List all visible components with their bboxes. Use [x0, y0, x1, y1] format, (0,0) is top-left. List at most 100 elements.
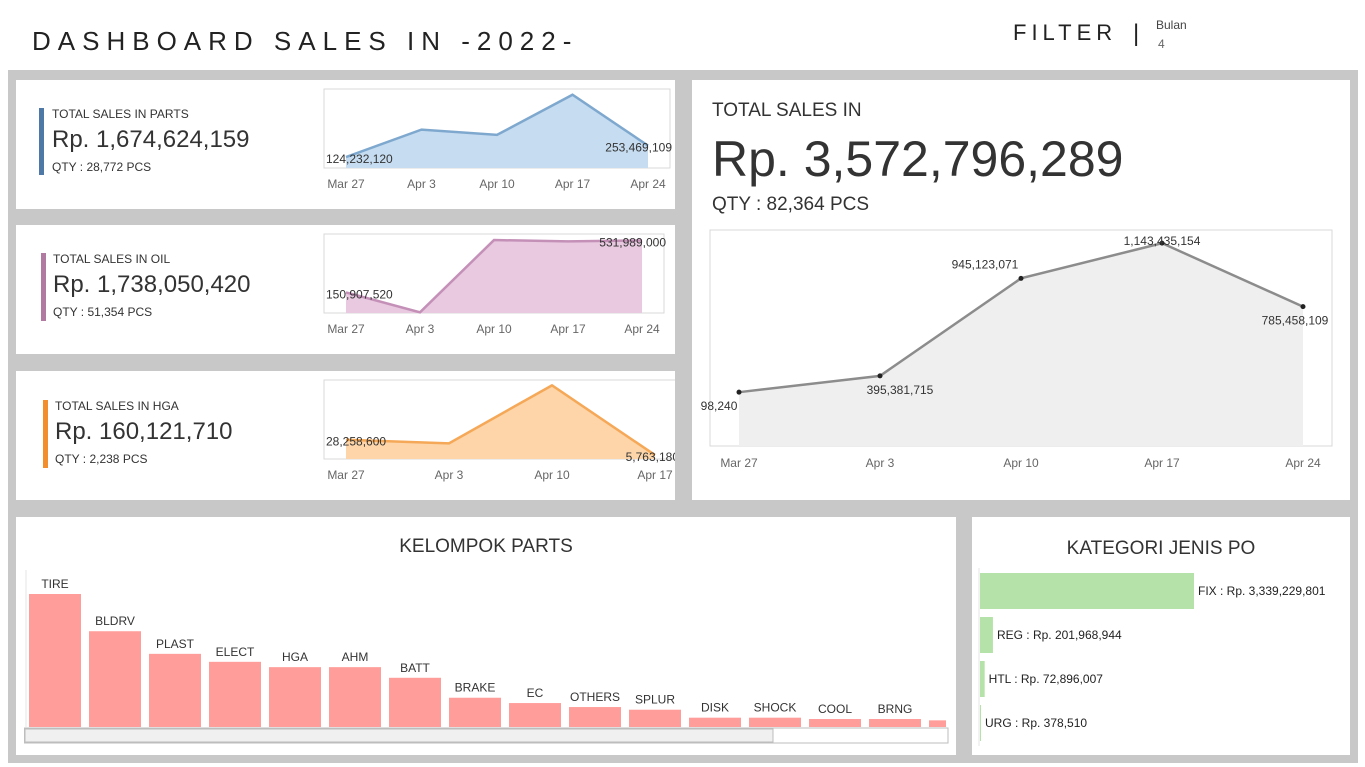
data-label: 303,398,240: [700, 399, 738, 413]
hga-accent-bar: [43, 400, 48, 468]
x-tick-label: Apr 3: [407, 177, 436, 191]
bar: [209, 661, 261, 727]
x-tick-label: Mar 27: [327, 468, 365, 482]
data-label: 253,469,109: [605, 141, 672, 155]
bar: [569, 707, 621, 727]
x-tick-label: Apr 17: [550, 322, 586, 336]
bar: [269, 667, 321, 727]
x-tick-label: Apr 3: [406, 322, 435, 336]
data-label: 1,143,435,154: [1124, 234, 1201, 248]
total-qty: QTY : 82,364 PCS: [712, 194, 870, 215]
value-label: REG : Rp. 201,968,944: [997, 628, 1122, 642]
x-tick-label: Apr 10: [479, 177, 515, 191]
parts-accent-bar: [39, 108, 44, 175]
bar: [29, 594, 81, 727]
x-tick-label: Apr 10: [534, 468, 570, 482]
data-label: 5,763,180: [626, 450, 675, 464]
filter-label: FILTER: [1013, 20, 1118, 45]
x-tick-label: Apr 24: [1285, 456, 1321, 470]
category-label: SHOCK: [754, 701, 797, 715]
data-label: 531,989,000: [599, 235, 666, 249]
parts-qty: QTY : 28,772 PCS: [52, 160, 152, 174]
total-label: TOTAL SALES IN: [712, 100, 862, 121]
hga-panel: TOTAL SALES IN HGA Rp. 160,121,710 QTY :…: [16, 371, 675, 500]
x-tick-label: Apr 17: [555, 177, 591, 191]
data-label: 150,907,520: [326, 287, 393, 301]
data-point: [1018, 275, 1024, 281]
data-label: 785,458,109: [1262, 314, 1329, 328]
oil-sales-chart[interactable]: 150,907,520 Mar 27 Apr 3 Apr 10 Apr 17 531,98…: [316, 230, 675, 350]
bar: [749, 717, 801, 727]
scrollbar-thumb[interactable]: [24, 728, 774, 743]
total-sales-chart[interactable]: 303,398,240 Mar 27 395,381,715 Apr 3 945,123…: [700, 226, 1342, 480]
bar: [449, 697, 501, 727]
bar: [389, 677, 441, 727]
data-label: 945,123,071: [952, 257, 1019, 271]
bar: [689, 717, 741, 727]
hga-sales-chart[interactable]: 28,258,600 Mar 27 Apr 3 Apr 10 5,763,180 Apr …: [316, 376, 675, 496]
parts-panel: TOTAL SALES IN PARTS Rp. 1,674,624,159 Q…: [16, 80, 675, 209]
bar: [980, 705, 981, 741]
bar: [149, 653, 201, 727]
x-tick-label: Apr 17: [1144, 456, 1180, 470]
bar: [89, 631, 141, 727]
value-label: URG : Rp. 378,510: [985, 716, 1087, 730]
filter-month-label[interactable]: Bulan: [1156, 18, 1187, 32]
category-label: AHM: [342, 650, 369, 664]
category-label: ELECT: [216, 645, 255, 659]
hga-qty: QTY : 2,238 PCS: [55, 452, 148, 466]
x-tick-label: Apr 3: [866, 456, 895, 470]
category-label: BATT: [400, 661, 430, 675]
data-point: [1300, 304, 1306, 310]
hga-label: TOTAL SALES IN HGA: [55, 399, 179, 413]
x-tick-label: Apr 3: [435, 468, 464, 482]
dashboard-title: DASHBOARD SALES IN -2022-: [32, 26, 579, 56]
x-tick-label: Mar 27: [720, 456, 758, 470]
kelompok-parts-title: KELOMPOK PARTS: [399, 536, 573, 557]
bar: [809, 719, 861, 727]
category-label: TIRE: [41, 577, 68, 591]
oil-label: TOTAL SALES IN OIL: [53, 252, 171, 266]
x-tick-label: Apr 24: [630, 177, 666, 191]
data-label: 395,381,715: [867, 383, 934, 397]
oil-value: Rp. 1,738,050,420: [53, 271, 251, 298]
parts-sales-chart[interactable]: 124,232,120 Mar 27 Apr 3 Apr 10 Apr 17 253,46…: [316, 85, 675, 205]
category-label: PLAST: [156, 637, 195, 651]
category-label: HGA: [282, 650, 308, 664]
category-label: BLDRV: [95, 614, 135, 628]
bar: [329, 667, 381, 727]
data-point: [877, 373, 883, 379]
kelompok-parts-chart[interactable]: TIRE BLDRV PLAST ELECT HGA AHM BATT BRAKE EC OTHE…: [24, 568, 950, 748]
filter-separator: |: [1133, 20, 1140, 47]
bar: [980, 661, 985, 697]
bar: [980, 573, 1194, 609]
total-value: Rp. 3,572,796,289: [712, 131, 1124, 187]
bar: [980, 617, 993, 653]
x-tick-label: Mar 27: [327, 177, 365, 191]
value-label: FIX : Rp. 3,339,229,801: [1198, 584, 1326, 598]
bar: [929, 720, 946, 727]
x-tick-label: Apr 10: [1003, 456, 1039, 470]
category-label: BRAKE: [455, 681, 496, 695]
category-label: SPLUR: [635, 693, 675, 707]
category-label: BRNG: [878, 702, 913, 716]
category-label: DISK: [701, 701, 729, 715]
oil-panel: TOTAL SALES IN OIL Rp. 1,738,050,420 QTY…: [16, 225, 675, 354]
data-label: 28,258,600: [326, 435, 386, 449]
bar: [509, 703, 561, 727]
hga-value: Rp. 160,121,710: [55, 418, 233, 445]
category-label: COOL: [818, 702, 852, 716]
x-tick-label: Apr 10: [476, 322, 512, 336]
parts-value: Rp. 1,674,624,159: [52, 126, 250, 153]
category-label: EC: [527, 686, 544, 700]
x-tick-label: Apr 17: [637, 468, 673, 482]
kategori-jenis-po-title: KATEGORI JENIS PO: [1066, 538, 1256, 559]
value-label: HTL : Rp. 72,896,007: [989, 672, 1104, 686]
category-label: OTHERS: [570, 690, 620, 704]
oil-qty: QTY : 51,354 PCS: [53, 305, 153, 319]
bar: [869, 719, 921, 727]
filter-month-value[interactable]: 4: [1158, 37, 1165, 51]
data-point: [736, 389, 742, 395]
kategori-jenis-po-chart[interactable]: FIX : Rp. 3,339,229,801 REG : Rp. 201,968…: [978, 568, 1348, 748]
parts-label: TOTAL SALES IN PARTS: [52, 107, 189, 121]
